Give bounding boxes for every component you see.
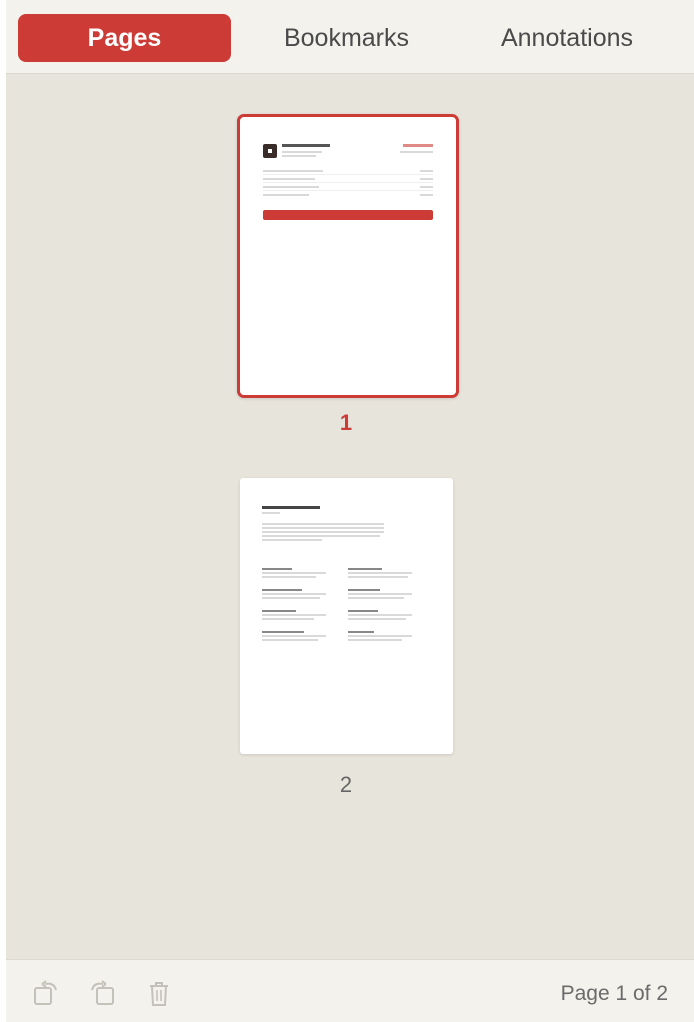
thumb-line bbox=[348, 618, 406, 620]
thumb-divider bbox=[263, 190, 433, 191]
tab-bookmarks[interactable]: Bookmarks bbox=[243, 14, 450, 62]
page-number-1: 1 bbox=[339, 410, 353, 435]
thumb-line bbox=[262, 618, 314, 620]
rotate-left-button[interactable] bbox=[32, 978, 62, 1008]
thumb-line bbox=[348, 568, 382, 570]
thumb-divider bbox=[263, 174, 433, 175]
thumb-line bbox=[263, 186, 319, 188]
thumb-line bbox=[262, 506, 320, 509]
thumb-line bbox=[282, 144, 330, 147]
rotate-right-icon bbox=[91, 980, 114, 1005]
page-thumbnail-1[interactable] bbox=[237, 114, 459, 398]
tab-annotations[interactable]: Annotations bbox=[462, 14, 672, 62]
thumb-line bbox=[262, 610, 296, 612]
thumb-line bbox=[262, 572, 326, 574]
thumb-line bbox=[400, 151, 433, 153]
thumb-line bbox=[348, 576, 408, 578]
thumb-divider bbox=[263, 182, 433, 183]
thumb-line bbox=[348, 635, 412, 637]
thumb-line bbox=[262, 614, 326, 616]
thumb-line bbox=[262, 589, 302, 591]
thumb-line bbox=[348, 572, 412, 574]
thumb-line bbox=[263, 170, 323, 172]
thumb-line bbox=[262, 597, 320, 599]
delete-page-button[interactable] bbox=[144, 978, 174, 1008]
thumb-line bbox=[262, 535, 380, 537]
thumb-line bbox=[348, 589, 380, 591]
page-number-2: 2 bbox=[339, 772, 353, 797]
trash-icon bbox=[150, 982, 168, 1006]
thumb-line bbox=[420, 194, 433, 196]
thumb-line bbox=[262, 631, 304, 633]
thumb-line bbox=[262, 576, 316, 578]
thumb-line bbox=[262, 527, 384, 529]
thumb-line bbox=[263, 194, 309, 196]
thumb-line bbox=[262, 593, 326, 595]
thumb-line bbox=[262, 523, 384, 525]
pages-sidebar: Pages Bookmarks Annotations 1 2 Page 1 o… bbox=[6, 0, 694, 1022]
thumb-line bbox=[262, 639, 318, 641]
thumb-line bbox=[348, 614, 412, 616]
bottom-toolbar: Page 1 of 2 bbox=[6, 959, 694, 1022]
thumb-line bbox=[282, 151, 322, 153]
page-thumbnail-2[interactable] bbox=[240, 478, 453, 754]
thumb-line bbox=[348, 597, 404, 599]
logo-icon bbox=[263, 144, 277, 158]
thumb-line bbox=[262, 568, 292, 570]
thumb-line bbox=[262, 539, 322, 541]
thumb-total-bar bbox=[263, 210, 433, 220]
rotate-right-button[interactable] bbox=[86, 978, 116, 1008]
thumb-line bbox=[348, 593, 412, 595]
thumb-line bbox=[348, 610, 378, 612]
thumb-line bbox=[263, 178, 315, 180]
thumb-line bbox=[403, 144, 433, 147]
thumb-line bbox=[348, 631, 374, 633]
page-status: Page 1 of 2 bbox=[560, 982, 668, 1005]
thumb-line bbox=[420, 186, 433, 188]
thumb-line bbox=[348, 639, 402, 641]
thumbnail-list: 1 2 bbox=[6, 75, 694, 959]
thumb-line bbox=[420, 178, 433, 180]
tab-pages[interactable]: Pages bbox=[18, 14, 231, 62]
thumb-line bbox=[420, 170, 433, 172]
thumb-line bbox=[262, 635, 326, 637]
thumb-line bbox=[262, 512, 280, 514]
rotate-left-icon bbox=[34, 980, 57, 1005]
tab-bar: Pages Bookmarks Annotations bbox=[6, 0, 694, 74]
thumb-line bbox=[282, 155, 316, 157]
thumb-line bbox=[262, 531, 384, 533]
